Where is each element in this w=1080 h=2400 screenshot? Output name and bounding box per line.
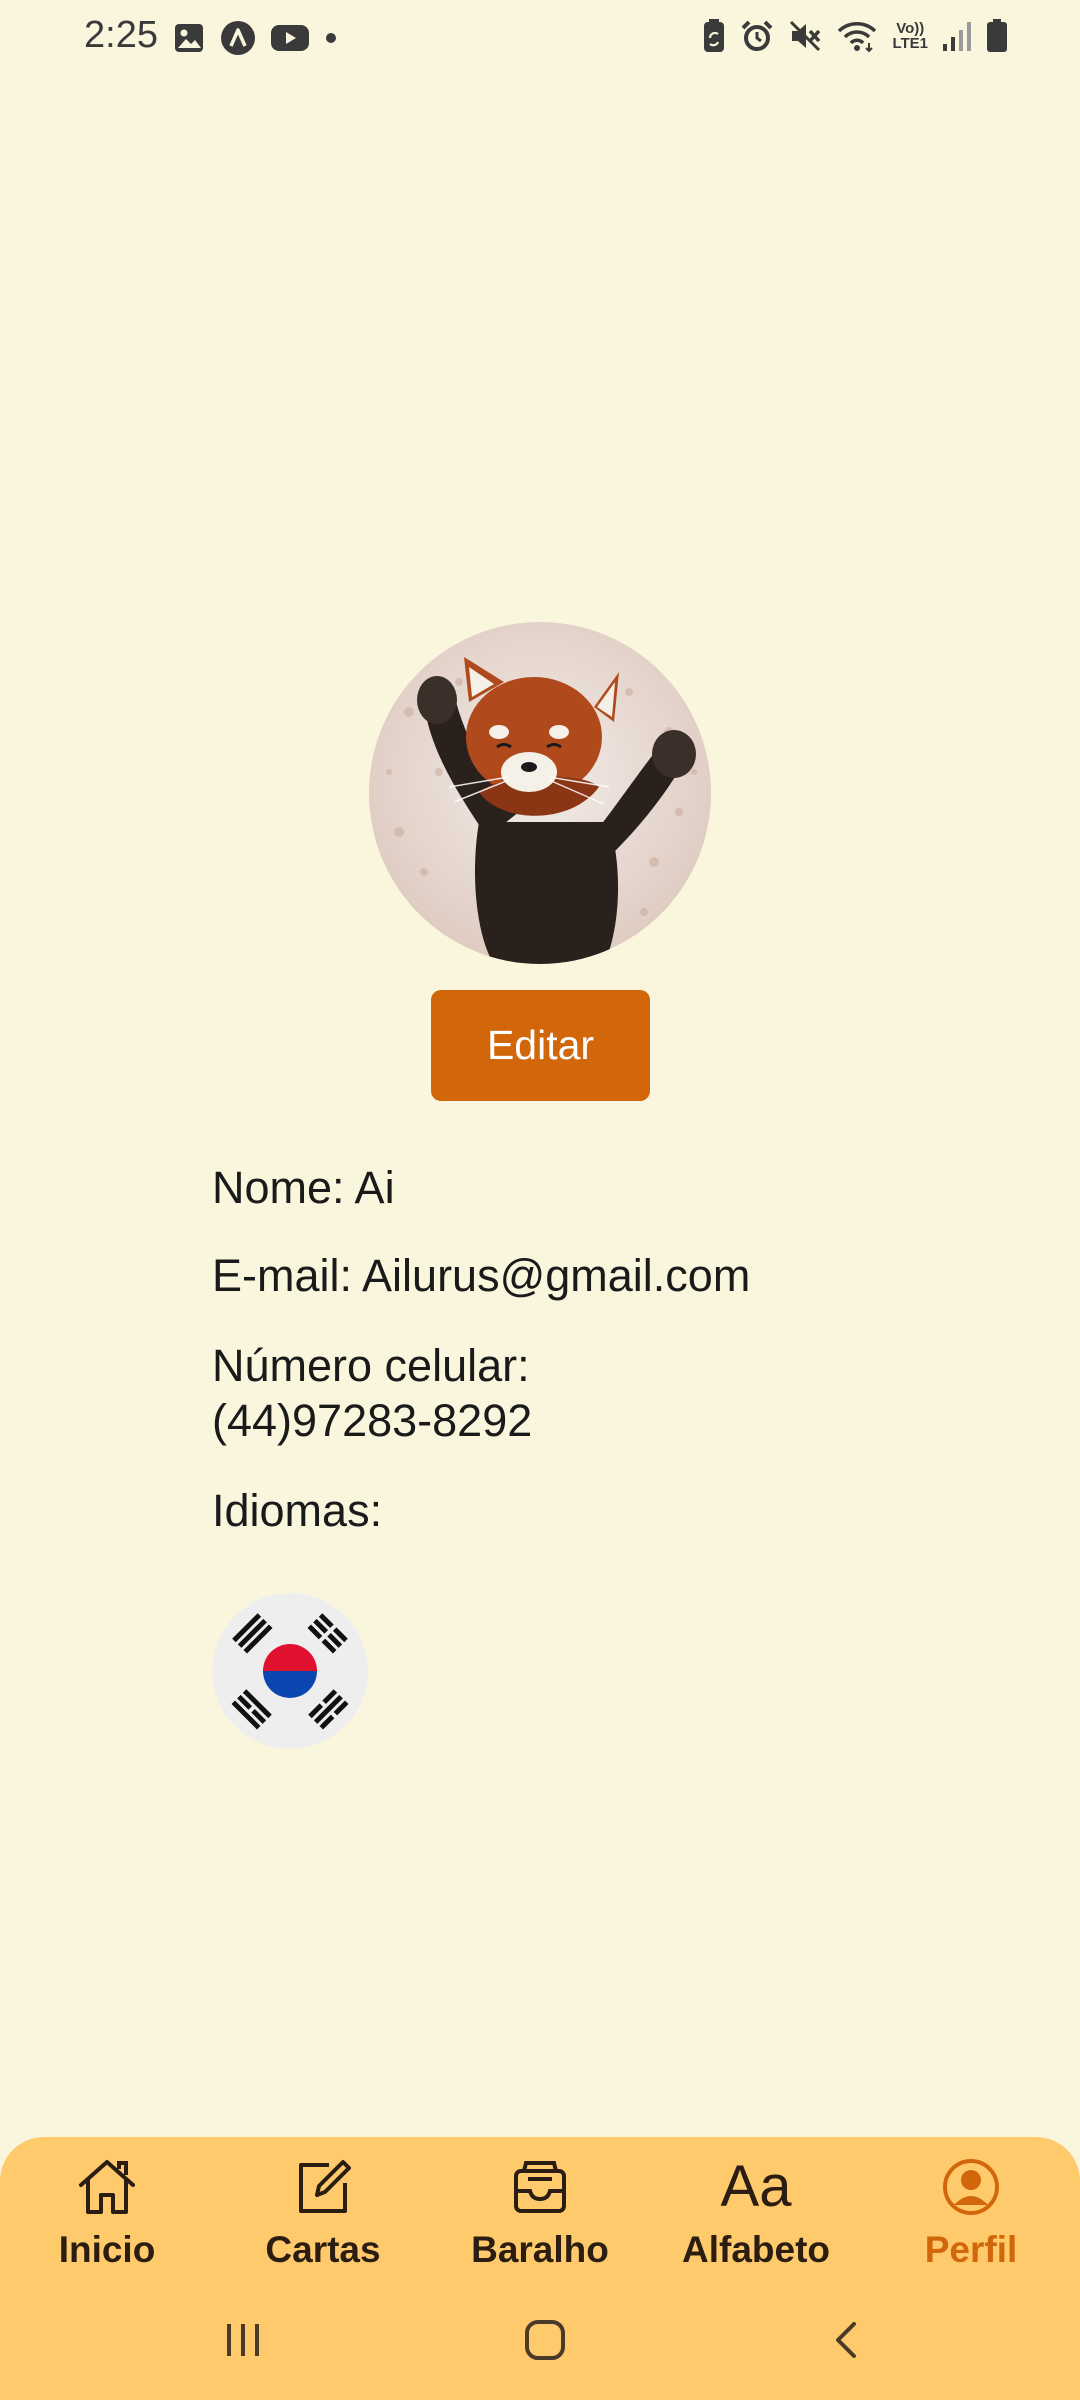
gallery-icon [172, 21, 206, 55]
languages-label: Idiomas: [212, 1485, 383, 1536]
status-bar: 2:25 Vo)) LTE1 [0, 0, 1080, 80]
user-circle-icon [939, 2155, 1003, 2219]
nav-item-baralho[interactable]: Baralho [440, 2137, 640, 2287]
recent-apps-icon[interactable] [213, 2310, 273, 2370]
nav-item-inicio[interactable]: Inicio [7, 2137, 207, 2287]
font-icon-glyph: Aa [720, 2154, 792, 2219]
nav-item-perfil[interactable]: Perfil [871, 2137, 1071, 2287]
alarm-icon [740, 19, 774, 53]
volte-bottom-label: LTE1 [892, 35, 928, 52]
phone-value: (44)97283-8292 [212, 1395, 533, 1446]
profile-name: Nome: Ai [212, 1162, 395, 1213]
battery-saver-icon [702, 18, 726, 54]
edit-icon [291, 2155, 355, 2219]
dot-icon [324, 31, 338, 45]
edit-profile-button[interactable]: Editar [431, 990, 650, 1101]
nav-item-cartas[interactable]: Cartas [223, 2137, 423, 2287]
nav-label-alfabeto: Alfabeto [682, 2229, 830, 2270]
app-icon [220, 20, 256, 56]
profile-email: E-mail: Ailurus@gmail.com [212, 1250, 751, 1301]
profile-phone: Número celular: (44)97283-8292 [212, 1338, 532, 1448]
volte-icon: Vo)) LTE1 [892, 21, 928, 51]
nav-item-alfabeto[interactable]: Aa Alfabeto [656, 2137, 856, 2287]
nav-label-baralho: Baralho [471, 2229, 609, 2270]
status-right-icons: Vo)) LTE1 [702, 18, 1008, 54]
mute-icon [788, 19, 822, 53]
nav-label-inicio: Inicio [58, 2229, 156, 2270]
youtube-icon [270, 23, 310, 53]
profile-avatar [369, 622, 711, 964]
home-button-icon[interactable] [515, 2310, 575, 2370]
font-icon: Aa [721, 2155, 792, 2219]
status-time: 2:25 [84, 14, 158, 56]
nav-label-perfil: Perfil [924, 2229, 1018, 2270]
signal-icon [942, 20, 972, 52]
battery-icon [986, 18, 1008, 54]
nav-label-cartas: Cartas [265, 2229, 381, 2270]
red-panda-image [369, 622, 711, 964]
home-icon [75, 2155, 139, 2219]
bottom-navigation: Inicio Cartas Baralho Aa Alfabeto Perfil [0, 2137, 1080, 2400]
status-left-icons [172, 20, 338, 56]
phone-label: Número celular: [212, 1340, 530, 1391]
back-icon[interactable] [818, 2310, 878, 2370]
korean-flag-icon[interactable] [212, 1593, 368, 1749]
profile-screen: 2:25 Vo)) LTE1 Editar Nome: Ai E-mail: A… [0, 0, 1080, 2400]
inbox-icon [508, 2155, 572, 2219]
wifi-icon [836, 19, 878, 53]
volte-top-label: Vo)) [896, 20, 925, 37]
